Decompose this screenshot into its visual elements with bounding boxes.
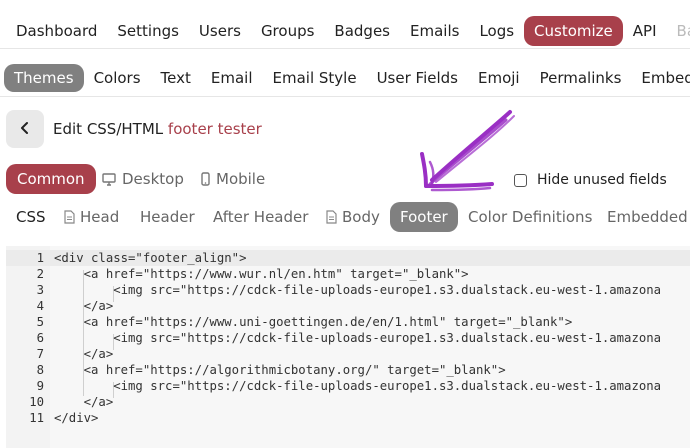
code-text: <img src="https://cdck-file-uploads-euro… [54, 379, 662, 393]
code-line[interactable]: 10 </a> [6, 394, 690, 410]
line-number: 5 [36, 315, 44, 329]
field-tabs: CSS Head Header After Header Body Footer… [0, 202, 690, 232]
customize-sub-nav: Themes Colors Text Email Email Style Use… [0, 60, 690, 97]
subnav-text[interactable]: Text [151, 64, 201, 92]
theme-name: footer tester [167, 120, 262, 138]
nav-settings[interactable]: Settings [107, 16, 189, 46]
subnav-email[interactable]: Email [201, 64, 263, 92]
line-number: 2 [36, 267, 44, 281]
view-desktop-label: Desktop [122, 170, 184, 188]
line-number: 3 [36, 283, 44, 297]
file-icon [326, 210, 337, 224]
back-button[interactable] [6, 110, 44, 148]
tab-footer[interactable]: Footer [390, 202, 458, 232]
code-line[interactable]: 8 <a href="https://algorithmicbotany.org… [6, 362, 690, 378]
nav-api[interactable]: API [623, 16, 667, 46]
code-text: <a href="https://www.uni-goettingen.de/e… [54, 315, 573, 329]
line-number: 9 [36, 379, 44, 393]
chevron-left-icon [19, 120, 31, 139]
tab-head[interactable]: Head [64, 202, 119, 232]
view-common-button[interactable]: Common [6, 164, 96, 194]
code-line[interactable]: 5 <a href="https://www.uni-goettingen.de… [6, 314, 690, 330]
edit-header: Edit CSS/HTML footer tester [6, 110, 262, 148]
code-text: </div> [54, 411, 99, 425]
subnav-emoji[interactable]: Emoji [468, 64, 530, 92]
code-line[interactable]: 9 <img src="https://cdck-file-uploads-eu… [6, 378, 690, 394]
code-line[interactable]: 3 <img src="https://cdck-file-uploads-eu… [6, 282, 690, 298]
code-editor[interactable]: 1 <div class="footer_align"> 2 <a href="ht… [6, 246, 690, 448]
code-line[interactable]: 4 </a> [6, 298, 690, 314]
code-text: <img src="https://cdck-file-uploads-euro… [54, 331, 662, 345]
subnav-colors[interactable]: Colors [84, 64, 151, 92]
tab-header[interactable]: Header [140, 202, 195, 232]
code-text: </a> [54, 299, 114, 313]
tab-css-label: CSS [16, 208, 46, 226]
subnav-themes[interactable]: Themes [4, 64, 84, 92]
tab-after-header-label: After Header [213, 208, 309, 226]
hide-unused-label: Hide unused fields [537, 172, 667, 188]
nav-backups-truncated[interactable]: Ba [667, 16, 690, 46]
code-line[interactable]: 11 </div> [6, 410, 690, 426]
subnav-embedding[interactable]: Embedd [631, 64, 690, 92]
line-number: 4 [36, 299, 44, 313]
line-number: 8 [36, 363, 44, 377]
tab-color-definitions-label: Color Definitions [468, 208, 593, 226]
tab-embedded-label: Embedded [607, 208, 688, 226]
tab-body-label: Body [342, 208, 380, 226]
tab-embedded[interactable]: Embedded [607, 202, 688, 232]
code-text: <a href="https://www.wur.nl/en.htm" targ… [54, 267, 469, 281]
tab-head-label: Head [80, 208, 120, 226]
nav-dashboard[interactable]: Dashboard [6, 16, 107, 46]
hide-unused-toggle[interactable]: Hide unused fields [514, 172, 667, 188]
code-text: </a> [54, 395, 114, 409]
view-mobile-button[interactable]: Mobile [201, 164, 265, 194]
line-number: 1 [36, 251, 44, 265]
tab-color-definitions[interactable]: Color Definitions [468, 202, 592, 232]
tab-body[interactable]: Body [326, 202, 380, 232]
code-line[interactable]: 7 </a> [6, 346, 690, 362]
desktop-icon [102, 172, 116, 186]
view-mobile-label: Mobile [216, 170, 266, 188]
code-text: <div class="footer_align"> [54, 251, 247, 265]
file-icon [64, 210, 75, 224]
mobile-icon [201, 172, 210, 186]
line-number: 11 [29, 411, 44, 425]
view-target-row: Common Desktop Mobile Hide unused fields [0, 164, 690, 196]
nav-logs[interactable]: Logs [469, 16, 524, 46]
code-text: <a href="https://algorithmicbotany.org/"… [54, 363, 506, 377]
nav-customize[interactable]: Customize [524, 16, 623, 46]
view-common-label: Common [17, 170, 85, 188]
line-number: 7 [36, 347, 44, 361]
view-desktop-button[interactable]: Desktop [102, 164, 184, 194]
tab-footer-label: Footer [400, 208, 448, 226]
nav-badges[interactable]: Badges [324, 16, 400, 46]
tab-after-header[interactable]: After Header [213, 202, 308, 232]
code-text: <img src="https://cdck-file-uploads-euro… [54, 283, 662, 297]
top-nav: Dashboard Settings Users Groups Badges E… [0, 14, 690, 49]
code-line[interactable]: 6 <img src="https://cdck-file-uploads-eu… [6, 330, 690, 346]
subnav-permalinks[interactable]: Permalinks [530, 64, 632, 92]
hide-unused-checkbox[interactable] [514, 173, 527, 187]
code-text: </a> [54, 347, 114, 361]
line-number: 6 [36, 331, 44, 345]
page-title-prefix: Edit CSS/HTML [53, 120, 164, 138]
tab-header-label: Header [140, 208, 195, 226]
nav-users[interactable]: Users [189, 16, 251, 46]
page-title: Edit CSS/HTML footer tester [53, 120, 262, 138]
subnav-user-fields[interactable]: User Fields [367, 64, 468, 92]
tab-css[interactable]: CSS [16, 202, 46, 232]
code-line[interactable]: 2 <a href="https://www.wur.nl/en.htm" ta… [6, 266, 690, 282]
code-line[interactable]: 1 <div class="footer_align"> [6, 250, 690, 266]
line-number: 10 [29, 395, 44, 409]
nav-groups[interactable]: Groups [251, 16, 324, 46]
subnav-email-style[interactable]: Email Style [263, 64, 367, 92]
nav-emails[interactable]: Emails [400, 16, 469, 46]
